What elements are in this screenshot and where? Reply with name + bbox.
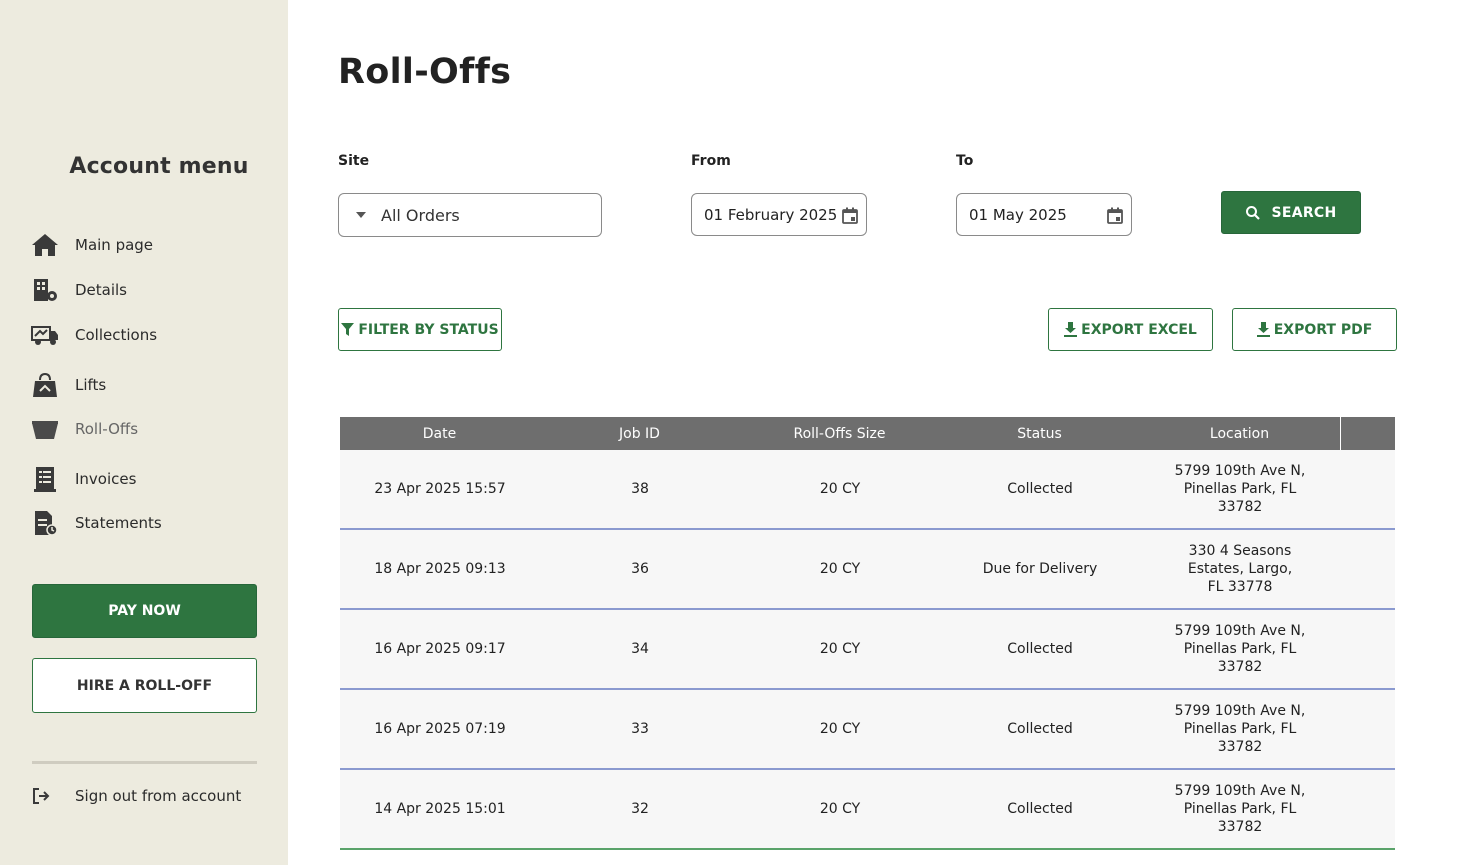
- column-header-size[interactable]: Roll-Offs Size: [740, 417, 939, 450]
- dumpster-icon: [30, 414, 60, 444]
- table-row[interactable]: 23 Apr 2025 15:57 38 20 CY Collected 579…: [340, 450, 1395, 530]
- cell-status: Collected: [1007, 641, 1073, 657]
- filter-funnel-icon: [341, 322, 355, 337]
- statement-icon: [30, 508, 60, 538]
- building-gear-icon: [30, 275, 60, 305]
- table-row[interactable]: 16 Apr 2025 07:19 33 20 CY Collected 579…: [340, 690, 1395, 770]
- cell-location: 330 4 Seasons Estates, Largo, FL 33778: [1187, 543, 1293, 595]
- hire-roll-off-button[interactable]: HIRE A ROLL-OFF: [32, 658, 257, 713]
- search-icon: [1245, 205, 1261, 221]
- sidebar-item-label: Details: [75, 281, 128, 299]
- invoice-icon: [30, 464, 60, 494]
- sign-out-label: Sign out from account: [75, 787, 242, 805]
- to-label: To: [956, 153, 974, 169]
- export-excel-label: EXPORT EXCEL: [1081, 321, 1197, 338]
- cell-job-id: 38: [631, 481, 649, 497]
- sidebar-item-label: Statements: [75, 514, 162, 532]
- caret-down-icon: [356, 212, 366, 218]
- table-row[interactable]: 16 Apr 2025 09:17 34 20 CY Collected 579…: [340, 610, 1395, 690]
- sidebar: Account menu Main page Details Collectio…: [0, 0, 288, 865]
- cell-date: 14 Apr 2025 15:01: [374, 801, 506, 817]
- calendar-icon[interactable]: [1107, 207, 1123, 228]
- lift-bag-icon: [30, 370, 60, 400]
- cell-status: Collected: [1007, 481, 1073, 497]
- sidebar-item-collections[interactable]: Collections: [30, 320, 157, 350]
- cell-size: 20 CY: [819, 721, 861, 737]
- sidebar-item-label: Lifts: [75, 376, 107, 394]
- cell-date: 23 Apr 2025 15:57: [374, 481, 506, 497]
- cell-location: 5799 109th Ave N, Pinellas Park, FL 3378…: [1174, 623, 1306, 675]
- table-row[interactable]: 18 Apr 2025 09:13 36 20 CY Due for Deliv…: [340, 530, 1395, 610]
- cell-job-id: 32: [631, 801, 649, 817]
- cell-job-id: 36: [631, 561, 649, 577]
- cell-size: 20 CY: [819, 801, 861, 817]
- from-label: From: [691, 153, 731, 169]
- site-select[interactable]: All Orders: [338, 193, 602, 237]
- truck-icon: [30, 320, 60, 350]
- from-date-value: 01 February 2025: [704, 205, 838, 224]
- cell-job-id: 34: [631, 641, 649, 657]
- cell-size: 20 CY: [819, 641, 861, 657]
- sidebar-item-label: Main page: [75, 236, 154, 254]
- column-header-date[interactable]: Date: [340, 417, 539, 450]
- column-header-actions: [1340, 417, 1395, 450]
- site-label: Site: [338, 153, 370, 169]
- cell-size: 20 CY: [819, 481, 861, 497]
- account-menu-title: Account menu: [69, 154, 249, 179]
- sidebar-item-label: Collections: [75, 326, 158, 344]
- sidebar-item-statements[interactable]: Statements: [30, 508, 162, 538]
- cell-status: Collected: [1007, 801, 1073, 817]
- sidebar-item-label: Invoices: [75, 470, 137, 488]
- download-icon: [1064, 322, 1078, 337]
- export-pdf-label: EXPORT PDF: [1273, 321, 1373, 338]
- roll-offs-table: Date Job ID Roll-Offs Size Status Locati…: [340, 417, 1395, 850]
- download-icon: [1256, 322, 1270, 337]
- search-button-label: SEARCH: [1271, 204, 1337, 221]
- cell-status: Due for Delivery: [982, 561, 1098, 577]
- site-select-value: All Orders: [381, 205, 460, 225]
- sidebar-item-main-page[interactable]: Main page: [30, 230, 153, 260]
- sidebar-divider: [32, 761, 257, 764]
- to-date-value: 01 May 2025: [969, 205, 1067, 224]
- cell-job-id: 33: [631, 721, 649, 737]
- pay-now-button[interactable]: PAY NOW: [32, 584, 257, 638]
- export-excel-button[interactable]: EXPORT EXCEL: [1048, 308, 1213, 351]
- filter-by-status-button[interactable]: FILTER BY STATUS: [338, 308, 502, 351]
- calendar-icon[interactable]: [842, 207, 858, 228]
- cell-location: 5799 109th Ave N, Pinellas Park, FL 3378…: [1174, 703, 1306, 755]
- table-header: Date Job ID Roll-Offs Size Status Locati…: [340, 417, 1395, 450]
- to-date-input[interactable]: 01 May 2025: [956, 193, 1132, 236]
- column-header-location[interactable]: Location: [1140, 417, 1339, 450]
- export-pdf-button[interactable]: EXPORT PDF: [1232, 308, 1397, 351]
- sidebar-item-lifts[interactable]: Lifts: [30, 370, 106, 400]
- page-title: Roll-Offs: [338, 52, 512, 92]
- cell-size: 20 CY: [819, 561, 861, 577]
- from-date-input[interactable]: 01 February 2025: [691, 193, 867, 236]
- column-header-job-id[interactable]: Job ID: [540, 417, 739, 450]
- sidebar-item-roll-offs[interactable]: Roll-Offs: [30, 414, 138, 444]
- table-row[interactable]: 14 Apr 2025 15:01 32 20 CY Collected 579…: [340, 770, 1395, 850]
- sign-out-link[interactable]: Sign out from account: [30, 782, 241, 810]
- cell-location: 5799 109th Ave N, Pinellas Park, FL 3378…: [1174, 463, 1306, 515]
- sidebar-item-invoices[interactable]: Invoices: [30, 464, 136, 494]
- sidebar-item-label: Roll-Offs: [75, 420, 139, 438]
- cell-status: Collected: [1007, 721, 1073, 737]
- column-header-status[interactable]: Status: [940, 417, 1139, 450]
- cell-date: 16 Apr 2025 09:17: [374, 641, 506, 657]
- cell-date: 18 Apr 2025 09:13: [374, 561, 506, 577]
- cell-date: 16 Apr 2025 07:19: [374, 721, 506, 737]
- filter-by-status-label: FILTER BY STATUS: [358, 321, 499, 338]
- home-icon: [30, 230, 60, 260]
- sign-out-icon: [30, 786, 52, 806]
- cell-location: 5799 109th Ave N, Pinellas Park, FL 3378…: [1174, 783, 1306, 835]
- search-button[interactable]: SEARCH: [1221, 191, 1361, 234]
- sidebar-item-details[interactable]: Details: [30, 275, 127, 305]
